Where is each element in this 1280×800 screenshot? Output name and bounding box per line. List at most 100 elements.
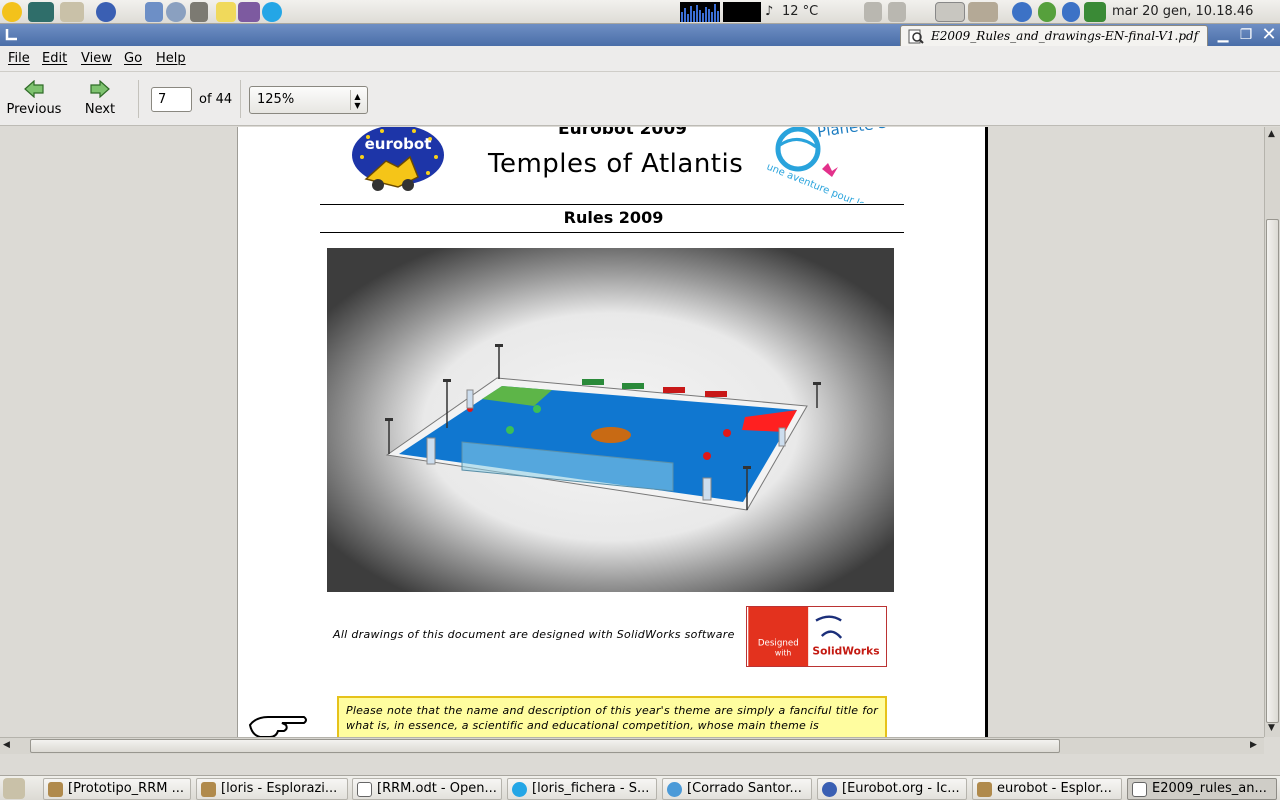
taskbar-item-eurobot-explorer[interactable]: eurobot - Esplor... [972, 778, 1122, 800]
page-number-input[interactable] [151, 87, 192, 112]
previous-button[interactable]: Previous [4, 78, 64, 122]
task-label: [Corrado Santor... [687, 781, 802, 796]
temperature-readout[interactable]: 12 °C [782, 4, 818, 19]
main-menu-icon[interactable] [2, 2, 22, 22]
planete-sciences-logo: Planète Sciences une aventure pour les j… [765, 127, 900, 203]
updown-arrows-icon: ▲ ▼ [350, 90, 364, 110]
package-icon [977, 782, 992, 797]
menu-edit[interactable]: Edit [42, 51, 67, 66]
task-label: E2009_rules_an... [1152, 781, 1267, 796]
eurobot-logo: eurobot [352, 127, 444, 191]
badge-brand-text: SolidWorks [812, 644, 879, 657]
menu-bar: File Edit View Go Help [0, 46, 1280, 72]
arrow-left-icon [24, 80, 44, 98]
task-label: eurobot - Esplor... [997, 781, 1112, 796]
files-launcher-icon[interactable] [60, 2, 84, 22]
horizontal-scroll-thumb[interactable] [30, 739, 1060, 753]
show-desktop-icon[interactable] [3, 778, 25, 799]
page-total: of 44 [199, 92, 233, 107]
update-icon[interactable] [1012, 2, 1032, 22]
network-monitor-graph[interactable] [723, 2, 761, 22]
taskbar-item-loris-explorer[interactable]: [loris - Esplorazi... [196, 778, 348, 800]
zoom-select[interactable]: 125% ▲ ▼ [249, 86, 368, 114]
menu-help[interactable]: Help [156, 51, 186, 66]
central-temple [591, 427, 631, 443]
task-label: [Eurobot.org - Ic... [842, 781, 960, 796]
close-button[interactable]: ✕ [1260, 26, 1278, 44]
menu-go[interactable]: Go [124, 51, 142, 66]
taskbar-item-rrm-odt[interactable]: [RRM.odt - Open... [352, 778, 502, 800]
zoom-value: 125% [257, 92, 295, 107]
vertical-scrollbar[interactable]: ▲ ▼ [1264, 127, 1280, 737]
network-launcher-icon[interactable] [166, 2, 186, 22]
chat-launcher-icon[interactable] [238, 2, 260, 22]
taskbar-item-corrado[interactable]: [Corrado Santor... [662, 778, 812, 800]
screen-icon[interactable] [935, 2, 965, 22]
fish-launcher-icon[interactable] [28, 2, 54, 22]
planete-sciences-tagline: une aventure pour les jeunes [765, 162, 900, 203]
taskbar-item-e2009-rules[interactable]: E2009_rules_an... [1127, 778, 1277, 800]
scroll-up-icon[interactable]: ▲ [1268, 129, 1275, 139]
task-label: [loris - Esplorazi... [221, 781, 338, 796]
toolbar: Previous Next of 44 125% ▲▼ [0, 72, 1280, 126]
header-rule-top [320, 204, 904, 205]
pdf-page: Eurobot 2009 eurobot Temples of Atlantis… [237, 127, 988, 737]
vertical-scroll-thumb[interactable] [1266, 219, 1279, 723]
arrow-right-icon [90, 80, 110, 98]
package-icon [48, 782, 63, 797]
notes-launcher-icon[interactable] [216, 2, 236, 22]
menu-view[interactable]: View [81, 51, 112, 66]
cpu-monitor-graph[interactable] [680, 2, 720, 22]
user-icon[interactable] [1084, 2, 1106, 22]
minimize-button[interactable]: ▁ [1214, 26, 1232, 44]
maximize-button[interactable]: ❐ [1237, 26, 1255, 44]
skype-launcher-icon[interactable] [262, 2, 282, 22]
next-button[interactable]: Next [78, 78, 122, 122]
task-label: [RRM.odt - Open... [377, 781, 497, 796]
theme-notice-text: Please note that the name and descriptio… [346, 704, 878, 732]
scroll-right-icon[interactable]: ▶ [1250, 740, 1257, 750]
toolbar-separator [240, 80, 241, 118]
workspace-switcher[interactable] [968, 2, 998, 22]
solidworks-note: All drawings of this document are design… [333, 628, 735, 641]
planete-sciences-text: Planète Sciences [816, 127, 900, 141]
horizontal-scrollbar[interactable]: ◀ ▶ [0, 737, 1264, 754]
rules-heading: Rules 2009 [563, 208, 664, 227]
window-tab[interactable]: E2009_Rules_and_drawings-EN-final-V1.pdf [900, 25, 1208, 46]
drive-icon[interactable] [864, 2, 882, 22]
package-icon [201, 782, 216, 797]
drive-2-icon[interactable] [888, 2, 906, 22]
document-icon [357, 782, 372, 797]
terminal-launcher-icon[interactable] [190, 2, 208, 22]
document-viewport[interactable]: Eurobot 2009 eurobot Temples of Atlantis… [0, 127, 1264, 737]
top-panel: ♪ 12 °C mar 20 gen, 10.18.46 [0, 0, 1280, 24]
game-table-render [327, 248, 894, 592]
window-title-bar[interactable]: E2009_Rules_and_drawings-EN-final-V1.pdf… [0, 24, 1280, 46]
badge-designed-text: Designed [758, 639, 799, 649]
solidworks-badge: Designed with SolidWorks [746, 606, 887, 667]
window-menu-icon[interactable] [4, 28, 18, 42]
pointing-hand-icon [248, 716, 307, 737]
browser-icon [822, 782, 837, 797]
taskbar-item-eurobot-org[interactable]: [Eurobot.org - Ic... [817, 778, 967, 800]
skype-icon [512, 782, 527, 797]
theme-notice-box: Please note that the name and descriptio… [337, 696, 887, 737]
datetime-clock[interactable]: mar 20 gen, 10.18.46 [1112, 4, 1253, 19]
scroll-down-icon[interactable]: ▼ [1268, 723, 1275, 733]
menu-file[interactable]: File [8, 51, 30, 66]
task-label: [Prototipo_RRM ... [68, 781, 184, 796]
clock-icon[interactable] [1062, 2, 1080, 22]
weather-icon: ♪ [765, 4, 774, 19]
header-event-name: Eurobot 2009 [558, 127, 687, 139]
browser-launcher-icon[interactable] [96, 2, 116, 22]
chat-icon [667, 782, 682, 797]
taskbar-item-prototipo[interactable]: [Prototipo_RRM ... [43, 778, 191, 800]
document-title: Temples of Atlantis [488, 149, 744, 179]
document-viewer-icon [1132, 782, 1147, 797]
eurobot-logo-text: eurobot [365, 135, 432, 153]
scroll-left-icon[interactable]: ◀ [3, 740, 10, 750]
editor-launcher-icon[interactable] [145, 2, 163, 22]
taskbar-item-skype[interactable]: [loris_fichera - S... [507, 778, 657, 800]
toolbar-separator [138, 80, 139, 118]
leaf-icon[interactable] [1038, 2, 1056, 22]
